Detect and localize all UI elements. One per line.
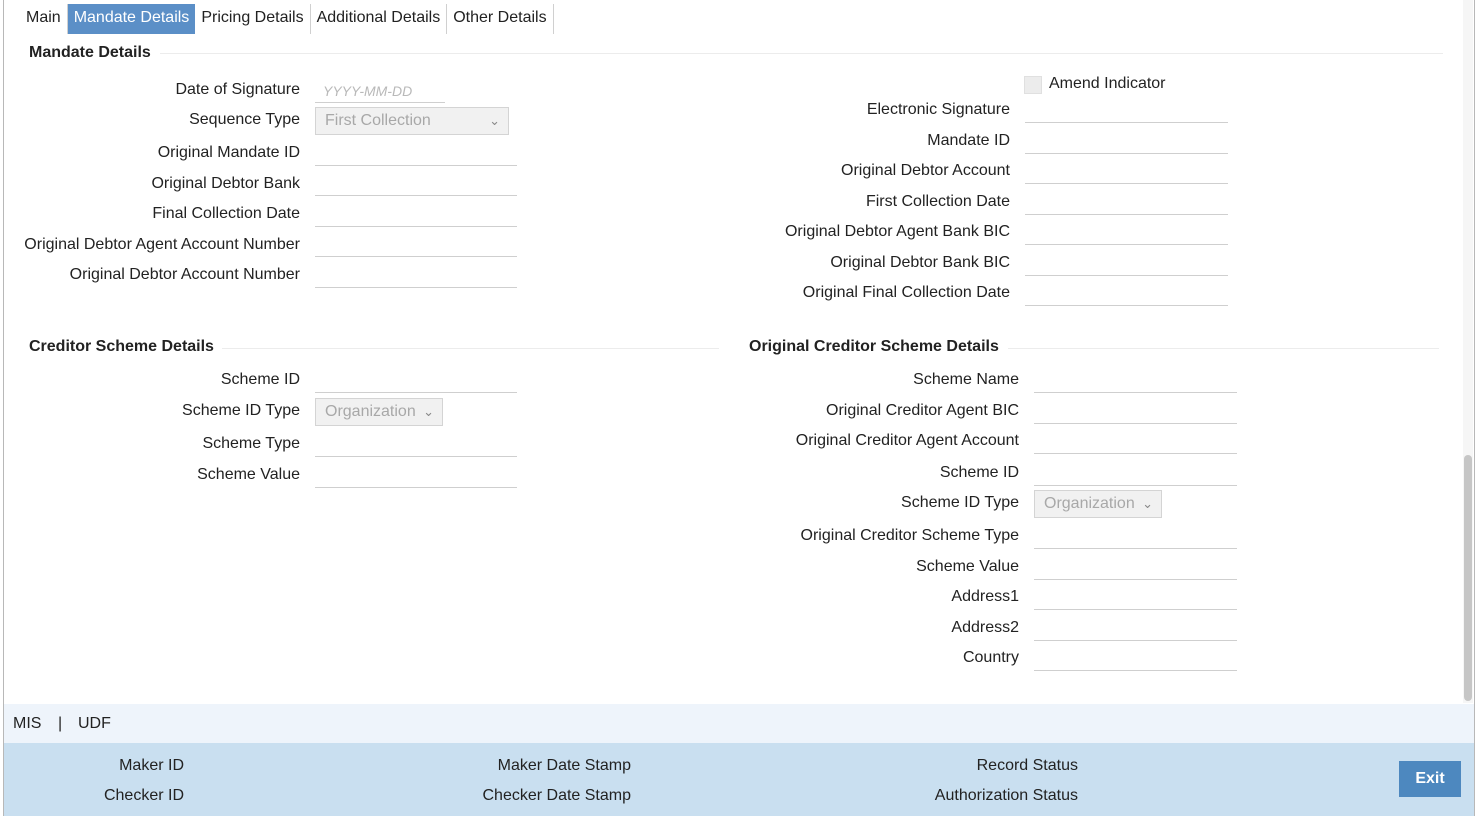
record-status-label: Record Status (976, 757, 1078, 774)
amend-indicator-checkbox[interactable] (1024, 76, 1042, 94)
orig-debtor-agent-bank-bic-label: Original Debtor Agent Bank BIC (784, 223, 1010, 240)
orig-debtor-agent-bank-bic-field[interactable] (1025, 221, 1228, 245)
section-divider (222, 348, 719, 349)
chevron-down-icon: ⌄ (1142, 496, 1153, 511)
orig-debtor-bank-bic-field[interactable] (1025, 252, 1228, 276)
amend-indicator-label: Amend Indicator (1049, 75, 1166, 92)
tab-pricing-details[interactable]: Pricing Details (195, 4, 311, 34)
sequence-type-label: Sequence Type (189, 111, 300, 128)
address2-field[interactable] (1034, 617, 1237, 641)
orig-scheme-id-type-select[interactable]: Organization ⌄ (1034, 490, 1162, 518)
address2-label: Address2 (951, 619, 1019, 636)
mis-link[interactable]: MIS (13, 715, 41, 733)
orig-scheme-id-type-label: Scheme ID Type (901, 494, 1019, 511)
scheme-id-type-value: Organization (325, 403, 416, 420)
orig-final-collection-date-label: Original Final Collection Date (802, 284, 1010, 301)
electronic-signature-field[interactable] (1025, 99, 1228, 123)
udf-link[interactable]: UDF (78, 715, 111, 733)
sequence-type-select[interactable]: First Collection ⌄ (315, 107, 509, 135)
section-title-mandate-details: Mandate Details (29, 44, 151, 61)
scheme-id-type-select[interactable]: Organization ⌄ (315, 398, 443, 426)
orig-final-collection-date-field[interactable] (1025, 282, 1228, 306)
date-of-signature-label: Date of Signature (175, 81, 300, 98)
original-debtor-bank-label: Original Debtor Bank (151, 175, 300, 192)
mandate-id-field[interactable] (1025, 130, 1228, 154)
link-separator: | (58, 715, 63, 732)
address1-field[interactable] (1034, 586, 1237, 610)
scheme-name-field[interactable] (1034, 369, 1237, 393)
orig-scheme-id-field[interactable] (1034, 462, 1237, 486)
section-title-orig-creditor-scheme: Original Creditor Scheme Details (749, 338, 999, 355)
final-collection-date-field[interactable] (315, 203, 517, 227)
tab-main[interactable]: Main (20, 4, 68, 34)
country-label: Country (962, 649, 1019, 666)
sequence-type-value: First Collection (325, 112, 431, 129)
section-divider (160, 53, 1443, 54)
orig-debtor-agent-acct-no-label: Original Debtor Agent Account Number (24, 236, 300, 253)
scheme-type-field[interactable] (315, 433, 517, 457)
original-mandate-id-field[interactable] (315, 142, 517, 166)
orig-creditor-agent-bic-label: Original Creditor Agent BIC (826, 402, 1019, 419)
audit-footer: Maker ID Checker ID Maker Date Stamp Che… (4, 743, 1474, 816)
scheme-id-label: Scheme ID (220, 371, 300, 388)
orig-debtor-bank-bic-label: Original Debtor Bank BIC (830, 254, 1010, 271)
orig-scheme-value-field[interactable] (1034, 556, 1237, 580)
orig-creditor-scheme-type-label: Original Creditor Scheme Type (800, 527, 1019, 544)
orig-debtor-acct-no-field[interactable] (315, 264, 517, 288)
original-debtor-bank-field[interactable] (315, 172, 517, 196)
checker-date-stamp-label: Checker Date Stamp (482, 787, 631, 804)
orig-scheme-value-label: Scheme Value (916, 558, 1019, 575)
address1-label: Address1 (951, 588, 1019, 605)
electronic-signature-label: Electronic Signature (866, 101, 1010, 118)
tab-bar: Main Mandate Details Pricing Details Add… (20, 4, 554, 34)
original-debtor-account-label: Original Debtor Account (841, 162, 1010, 179)
scrollbar-thumb[interactable] (1464, 455, 1472, 701)
orig-creditor-scheme-type-field[interactable] (1034, 525, 1237, 549)
orig-creditor-agent-account-label: Original Creditor Agent Account (795, 432, 1019, 449)
mandate-id-label: Mandate ID (927, 132, 1010, 149)
scheme-value-field[interactable] (315, 464, 517, 488)
first-collection-date-field[interactable] (1025, 191, 1228, 215)
scheme-name-label: Scheme Name (913, 371, 1019, 388)
tab-additional-details[interactable]: Additional Details (311, 4, 448, 34)
scheme-type-label: Scheme Type (202, 435, 300, 452)
maker-date-stamp-label: Maker Date Stamp (497, 757, 631, 774)
orig-debtor-acct-no-label: Original Debtor Account Number (69, 266, 300, 283)
country-field[interactable] (1034, 647, 1237, 671)
scheme-id-type-label: Scheme ID Type (182, 402, 300, 419)
tab-mandate-details[interactable]: Mandate Details (67, 4, 196, 34)
section-divider (1008, 348, 1439, 349)
orig-scheme-id-type-value: Organization (1044, 495, 1135, 512)
orig-scheme-id-label: Scheme ID (939, 464, 1019, 481)
checker-id-label: Checker ID (103, 787, 184, 804)
scheme-id-field[interactable] (315, 369, 517, 393)
final-collection-date-label: Final Collection Date (152, 205, 300, 222)
orig-creditor-agent-bic-field[interactable] (1034, 400, 1237, 424)
links-bar: MIS | UDF (4, 704, 1474, 743)
date-of-signature-field[interactable]: YYYY-MM-DD (315, 79, 445, 103)
original-mandate-id-label: Original Mandate ID (157, 144, 300, 161)
orig-creditor-agent-account-field[interactable] (1034, 430, 1237, 454)
authorization-status-label: Authorization Status (934, 787, 1078, 804)
chevron-down-icon: ⌄ (423, 404, 434, 419)
chevron-down-icon: ⌄ (489, 113, 500, 128)
tab-other-details[interactable]: Other Details (447, 4, 554, 34)
scheme-value-label: Scheme Value (197, 466, 300, 483)
original-debtor-account-field[interactable] (1025, 160, 1228, 184)
exit-button[interactable]: Exit (1399, 761, 1461, 797)
section-title-creditor-scheme: Creditor Scheme Details (29, 338, 214, 355)
first-collection-date-label: First Collection Date (865, 193, 1010, 210)
maker-id-label: Maker ID (119, 757, 184, 774)
orig-debtor-agent-acct-no-field[interactable] (315, 233, 517, 257)
